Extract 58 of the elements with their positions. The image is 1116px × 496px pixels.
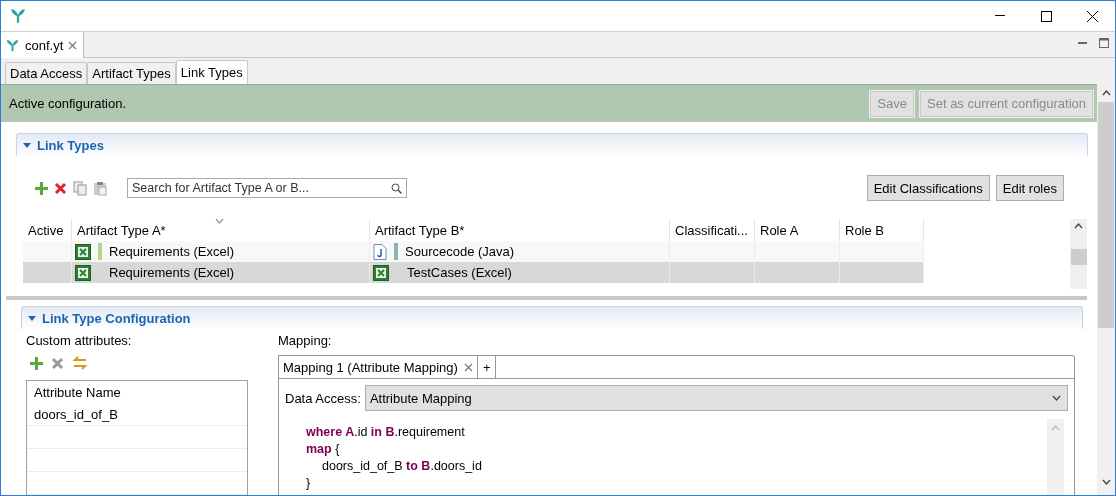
editor-scrollbar[interactable] (1047, 419, 1064, 495)
status-message: Active configuration. (9, 96, 128, 111)
sort-indicator-icon[interactable] (215, 219, 224, 224)
table-scrollbar[interactable] (1070, 219, 1087, 289)
code-editor[interactable]: where A.id in B.requirement map { doors_id_of_B to B.doors_id } (279, 419, 1047, 495)
section-toggle-icon[interactable] (28, 314, 36, 322)
delete-icon[interactable] (54, 181, 67, 195)
artifact-type-name: Sourcecode (Java) (405, 244, 515, 259)
editor-tab-label: conf.yt (25, 37, 64, 53)
scrollbar-thumb[interactable] (1098, 102, 1114, 328)
maximize-view-icon[interactable] (1099, 38, 1109, 48)
maximize-icon[interactable] (1040, 10, 1052, 22)
field-label: Custom attributes: (26, 333, 133, 350)
dropdown-caret-icon[interactable] (1052, 395, 1061, 401)
scroll-up-icon[interactable] (1101, 90, 1111, 96)
minimize-view-icon[interactable] (1077, 41, 1087, 45)
editor-tab[interactable]: conf.yt (1, 32, 85, 58)
table-row[interactable]: Requirements (Excel) Sourcecode (Java) (23, 241, 923, 262)
swap-arrows-icon[interactable] (72, 355, 88, 372)
search-icon (391, 182, 402, 194)
page-scrollbar[interactable] (1097, 84, 1115, 495)
close-icon[interactable] (1086, 10, 1098, 22)
page-tab[interactable]: Link Types (175, 60, 248, 84)
artifact-type-name: TestCases (Excel) (407, 265, 512, 280)
mapping-tab-label: Mapping 1 (Attribute Mapping) (283, 359, 458, 375)
table-row[interactable]: Requirements (Excel) TestCases (Excel) (23, 262, 923, 283)
section-header[interactable]: Link Type Configuration (21, 306, 1083, 329)
page-tab[interactable]: Data Access (5, 62, 88, 84)
section-toggle-icon[interactable] (23, 141, 31, 149)
scroll-up-icon[interactable] (1074, 223, 1083, 229)
artifact-type-name: Requirements (Excel) (109, 244, 234, 259)
app-logo-icon (9, 7, 27, 25)
spreadsheet-icon (75, 264, 91, 281)
add-icon[interactable] (30, 356, 43, 370)
app-logo-icon (5, 37, 20, 53)
field-label: Data Access: (285, 390, 361, 406)
action-button[interactable]: Edit Classifications (866, 175, 990, 201)
scrollbar-thumb[interactable] (1070, 249, 1087, 265)
action-button[interactable]: Edit roles (995, 175, 1064, 201)
scroll-down-icon[interactable] (1101, 479, 1111, 485)
artifact-type-name: Requirements (Excel) (109, 265, 234, 280)
data-access-dropdown[interactable]: Attribute Mapping (364, 385, 1068, 411)
column-header[interactable]: Active (23, 219, 71, 241)
add-icon[interactable] (35, 181, 48, 195)
close-tab-icon[interactable] (68, 40, 78, 50)
spreadsheet-icon (75, 243, 91, 260)
page-tab[interactable]: Artifact Types (87, 62, 176, 84)
section-title: Link Types (37, 137, 104, 153)
close-tab-icon[interactable] (463, 362, 473, 372)
java-file-icon (373, 243, 387, 260)
table-cell[interactable]: doors_id_of_B (27, 403, 247, 426)
section-title: Link Type Configuration (42, 310, 191, 326)
column-header[interactable]: Attribute Name (27, 381, 247, 403)
minimize-icon[interactable] (995, 15, 1005, 17)
spreadsheet-icon (373, 264, 389, 281)
section-header[interactable]: Link Types (16, 133, 1088, 156)
search-field[interactable]: Search for Artifact Type A or B... (127, 178, 407, 198)
field-label: Mapping: (278, 333, 333, 350)
